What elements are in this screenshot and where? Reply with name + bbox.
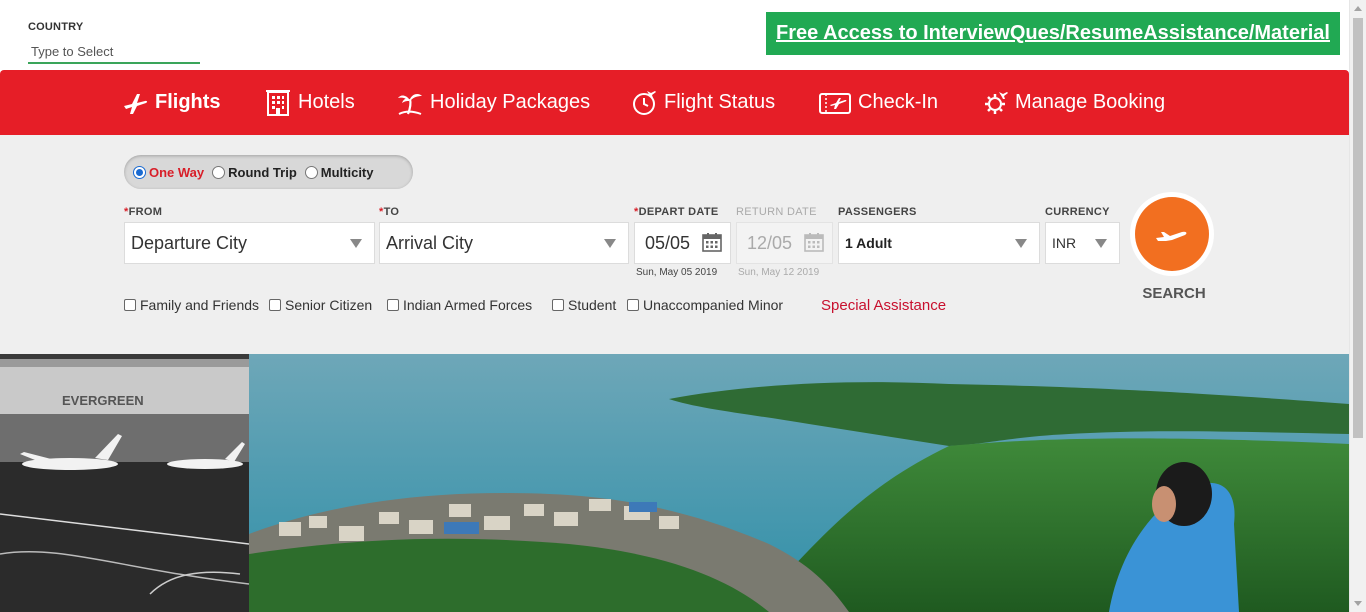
airplane-icon xyxy=(121,89,149,117)
flight-clock-icon xyxy=(630,89,658,117)
trip-one-way-label: One Way xyxy=(149,164,205,180)
trip-multicity-label: Multicity xyxy=(320,164,374,180)
boarding-pass-icon xyxy=(818,89,852,117)
fare-senior-citizen-label: Senior Citizen xyxy=(285,297,373,313)
trip-multicity[interactable]: Multicity xyxy=(304,164,374,180)
radio-multicity[interactable] xyxy=(304,165,318,179)
fare-family-friends-label: Family and Friends xyxy=(140,297,260,313)
search-button-circle xyxy=(1135,197,1209,271)
radio-one-way[interactable] xyxy=(133,165,146,179)
scroll-down-icon[interactable] xyxy=(1354,601,1362,606)
to-city-select[interactable]: Arrival City xyxy=(379,222,629,264)
nav-label-holiday-packages: Holiday Packages xyxy=(430,91,591,113)
fare-unaccompanied-minor[interactable]: Unaccompanied Minor xyxy=(627,297,783,313)
from-city-value: Departure City xyxy=(131,232,248,253)
depart-date-label: *DEPART DATE xyxy=(634,206,719,218)
trip-type-toggle: One Way Round Trip Multicity xyxy=(124,155,413,189)
checkbox-unaccompanied-minor[interactable] xyxy=(627,299,639,311)
nav-tab-check-in[interactable]: Check-In xyxy=(818,70,938,135)
page-scrollbar[interactable] xyxy=(1349,0,1366,612)
booking-page: COUNTRY Free Access to InterviewQues/Res… xyxy=(0,0,1366,612)
nav-label-flight-status: Flight Status xyxy=(664,91,776,113)
promo-link[interactable]: Free Access to InterviewQues/ResumeAssis… xyxy=(776,22,1330,45)
hangar-photo: EVERGREEN xyxy=(0,354,249,612)
special-assistance-link[interactable]: Special Assistance xyxy=(821,297,946,314)
return-date-full: Sun, May 12 2019 xyxy=(738,267,820,278)
main-nav: Flights Hotels Holiday Packages Flight S… xyxy=(0,70,1349,135)
coastal-photo xyxy=(249,354,1349,612)
chevron-down-icon xyxy=(604,239,616,248)
hotel-building-icon xyxy=(264,89,292,117)
passengers-select[interactable]: 1 Adult xyxy=(838,222,1040,264)
nav-label-flights: Flights xyxy=(155,91,221,113)
scroll-up-icon[interactable] xyxy=(1354,6,1362,11)
calendar-icon xyxy=(804,233,824,252)
fare-armed-forces[interactable]: Indian Armed Forces xyxy=(387,297,532,313)
takeoff-plane-icon xyxy=(1156,231,1187,241)
to-label: *TO xyxy=(379,206,400,218)
fare-armed-forces-label: Indian Armed Forces xyxy=(403,297,533,313)
fare-student[interactable]: Student xyxy=(552,297,616,313)
checkbox-family-friends[interactable] xyxy=(124,299,136,311)
search-panel: One Way Round Trip Multicity *FROM *TO *… xyxy=(0,135,1349,354)
nav-tab-flights[interactable]: Flights xyxy=(121,70,221,135)
depart-date-input[interactable]: 05/05 xyxy=(634,222,731,264)
radio-round-trip[interactable] xyxy=(212,165,226,179)
nav-label-hotels: Hotels xyxy=(298,91,355,113)
promo-banner: Free Access to InterviewQues/ResumeAssis… xyxy=(766,12,1340,55)
nav-tab-holiday-packages[interactable]: Holiday Packages xyxy=(396,70,590,135)
search-button-label[interactable]: SEARCH xyxy=(1130,285,1218,302)
passengers-value: 1 Adult xyxy=(845,235,892,251)
nav-tab-hotels[interactable]: Hotels xyxy=(264,70,355,135)
return-date-value: 12/05 xyxy=(747,232,793,253)
trip-round-trip[interactable]: Round Trip xyxy=(212,165,297,180)
currency-select[interactable]: INR xyxy=(1045,222,1120,264)
from-label: *FROM xyxy=(124,206,163,218)
trip-one-way[interactable]: One Way xyxy=(133,165,204,180)
currency-value: INR xyxy=(1052,235,1077,251)
depart-date-full: Sun, May 05 2019 xyxy=(636,267,718,278)
checkbox-student[interactable] xyxy=(552,299,564,311)
search-button[interactable] xyxy=(1130,192,1214,276)
fare-family-friends[interactable]: Family and Friends xyxy=(124,297,259,313)
hero-banner: EVERGREEN xyxy=(0,354,1349,612)
palm-tree-icon xyxy=(396,89,424,117)
depart-date-value: 05/05 xyxy=(645,232,691,253)
from-city-select[interactable]: Departure City xyxy=(124,222,375,264)
nav-label-manage-booking: Manage Booking xyxy=(1015,91,1166,113)
scrollbar-thumb[interactable] xyxy=(1353,18,1363,438)
country-select-input[interactable] xyxy=(28,40,200,64)
to-city-value: Arrival City xyxy=(386,232,474,253)
nav-tab-manage-booking[interactable]: Manage Booking xyxy=(981,70,1165,135)
currency-label: CURRENCY xyxy=(1045,206,1110,218)
trip-round-trip-label: Round Trip xyxy=(228,164,297,180)
nav-tab-flight-status[interactable]: Flight Status xyxy=(630,70,775,135)
chevron-down-icon xyxy=(1095,239,1107,248)
return-date-label: RETURN DATE xyxy=(736,206,817,218)
fare-student-label: Student xyxy=(568,297,617,313)
nav-label-check-in: Check-In xyxy=(858,91,939,113)
return-date-input[interactable]: 12/05 xyxy=(736,222,833,264)
country-label: COUNTRY xyxy=(28,21,84,33)
fare-senior-citizen[interactable]: Senior Citizen xyxy=(269,297,372,313)
chevron-down-icon xyxy=(1015,239,1027,248)
checkbox-senior-citizen[interactable] xyxy=(269,299,281,311)
hangar-sign-text: EVERGREEN xyxy=(62,393,144,408)
chevron-down-icon xyxy=(350,239,362,248)
gear-plane-icon xyxy=(981,89,1009,117)
calendar-icon xyxy=(702,233,722,252)
fare-unaccompanied-minor-label: Unaccompanied Minor xyxy=(643,297,784,313)
passengers-label: PASSENGERS xyxy=(838,206,917,218)
checkbox-armed-forces[interactable] xyxy=(387,299,399,311)
